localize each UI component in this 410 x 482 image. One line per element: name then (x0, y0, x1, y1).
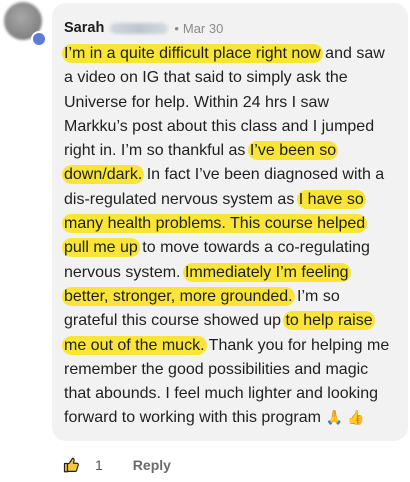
comment-timestamp[interactable]: Mar 30 (183, 21, 223, 36)
comment-text: Universe for help. Within 24 hrs I saw (64, 93, 329, 111)
highlighted-text: to help raise (283, 311, 375, 331)
highlighted-text: me out of the muck. (62, 335, 207, 355)
highlighted-text: I’m in a quite difficult place right now (62, 44, 323, 63)
comment-text: and saw (320, 45, 385, 62)
comment-text: remember the good possibilities and magi… (64, 360, 369, 378)
like-button[interactable] (62, 455, 82, 475)
comment-text: forward to working with this program (64, 409, 326, 427)
highlighted-text: Immediately I’m feeling (182, 262, 351, 282)
comment-card: Sarah • Mar 30 I’m in a quite difficult … (0, 0, 410, 482)
comment-line: remember the good possibilities and magi… (64, 358, 410, 382)
comment-line: Universe for help. Within 24 hrs I saw (64, 91, 410, 115)
highlighted-text: pull me up (62, 238, 140, 258)
comment-line: forward to working with this program 🙏 👍 (64, 406, 410, 430)
comment-text: I’m so (292, 287, 340, 305)
like-count: 1 (95, 457, 103, 473)
author-name[interactable]: Sarah (64, 20, 104, 36)
comment-text: Markku’s post about this class and I jum… (64, 117, 375, 135)
comment-text: Thank you for helping me (204, 336, 390, 354)
comment-line: grateful this course showed up to help r… (64, 309, 410, 333)
comment-line: I’m in a quite difficult place right now… (62, 42, 410, 66)
comment-line: nervous system. Immediately I’m feeling (64, 261, 410, 285)
comment-header: Sarah • Mar 30 (64, 19, 223, 37)
comment-body: I’m in a quite difficult place right now… (62, 42, 410, 431)
comment-text: right in. I’m so thankful as (64, 142, 250, 160)
comment-text: dis-regulated nervous system as (64, 190, 299, 208)
comment-text: that abounds. I feel much lighter and lo… (64, 385, 378, 403)
emoji-reaction-text: 🙏 👍 (325, 410, 365, 427)
online-status-badge (31, 31, 47, 47)
highlighted-text: many health problems. This course helped (62, 214, 368, 234)
comment-text: a video on IG that said to simply ask th… (64, 69, 348, 87)
comment-actions: 1 Reply (62, 455, 171, 475)
comment-text: nervous system. (64, 263, 185, 281)
comment-line: many health problems. This course helped (62, 212, 410, 236)
comment-line: Markku’s post about this class and I jum… (64, 115, 410, 139)
reply-button[interactable]: Reply (133, 457, 171, 473)
comment-text: to move towards a co-regulating (137, 239, 370, 257)
highlighted-text: better, stronger, more grounded. (62, 286, 295, 306)
comment-line: that abounds. I feel much lighter and lo… (64, 382, 410, 406)
highlighted-text: down/dark. (62, 165, 145, 185)
highlighted-text: I’ve been so (247, 141, 339, 161)
thumbs-up-icon (63, 457, 79, 473)
comment-line: down/dark. In fact I’ve been diagnosed w… (62, 163, 410, 187)
redacted-surname (110, 22, 169, 34)
comment-line: a video on IG that said to simply ask th… (64, 66, 410, 90)
comment-line: dis-regulated nervous system as I have s… (64, 188, 410, 212)
highlighted-text: I have so (296, 189, 366, 209)
comment-line: right in. I’m so thankful as I’ve been s… (64, 139, 410, 163)
comment-text: In fact I’ve been diagnosed with a (142, 166, 385, 184)
comment-line: better, stronger, more grounded. I’m so (62, 285, 410, 309)
comment-line: me out of the muck. Thank you for helpin… (62, 334, 410, 358)
comment-line: pull me up to move towards a co-regulati… (62, 236, 410, 260)
separator-dot: • (174, 20, 179, 36)
comment-text: grateful this course showed up (64, 312, 286, 330)
